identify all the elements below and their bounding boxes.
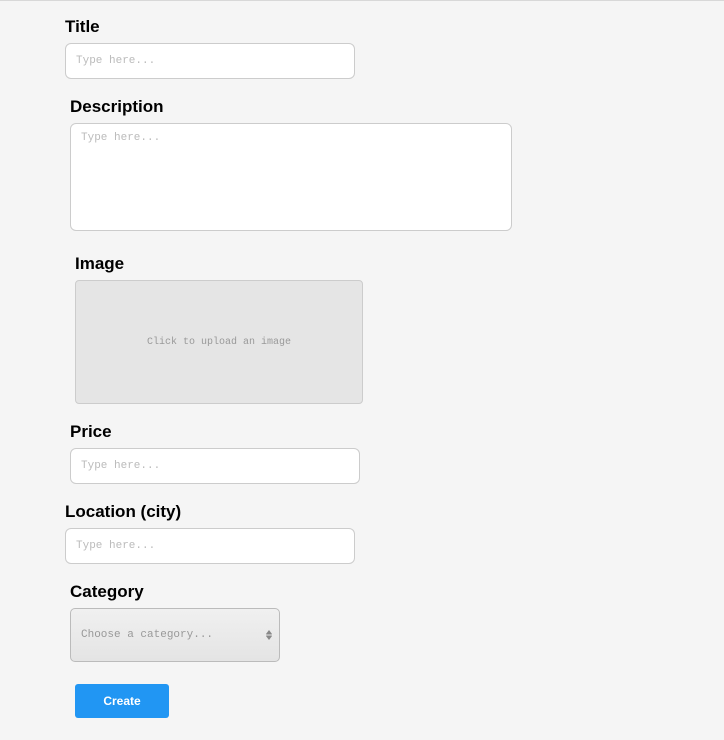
submit-group: Create (75, 680, 724, 718)
description-textarea[interactable] (70, 123, 512, 231)
price-field-group: Price (70, 422, 724, 484)
location-field-group: Location (city) (65, 502, 724, 564)
title-label: Title (65, 17, 724, 37)
title-field-group: Title (65, 17, 724, 79)
image-label: Image (75, 254, 724, 274)
description-label: Description (70, 97, 724, 117)
category-select-wrapper: Choose a category... (70, 608, 280, 662)
category-label: Category (70, 582, 724, 602)
category-select[interactable]: Choose a category... (70, 608, 280, 662)
create-button[interactable]: Create (75, 684, 169, 718)
location-input[interactable] (65, 528, 355, 564)
image-upload-zone[interactable]: Click to upload an image (75, 280, 363, 404)
description-field-group: Description (70, 97, 724, 236)
price-input[interactable] (70, 448, 360, 484)
image-field-group: Image Click to upload an image (75, 254, 724, 404)
price-label: Price (70, 422, 724, 442)
location-label: Location (city) (65, 502, 724, 522)
title-input[interactable] (65, 43, 355, 79)
category-field-group: Category Choose a category... (70, 582, 724, 662)
form-container: Title Description Image Click to upload … (0, 1, 724, 718)
image-upload-text: Click to upload an image (147, 337, 291, 348)
